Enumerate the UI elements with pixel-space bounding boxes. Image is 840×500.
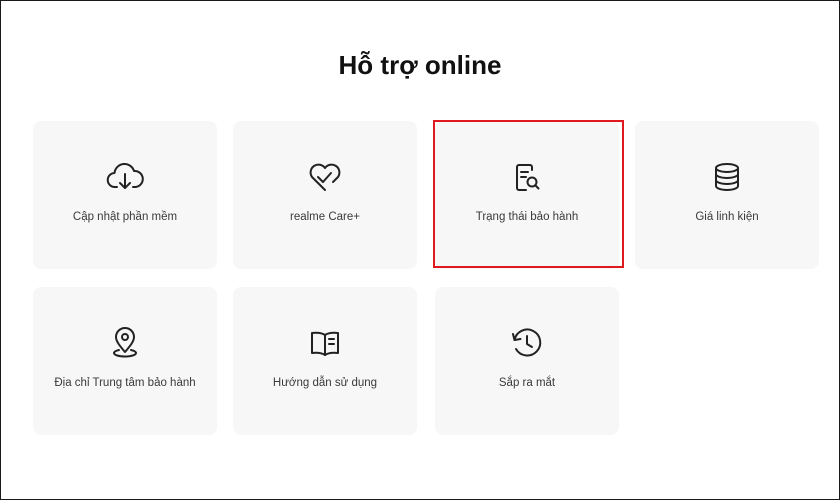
location-pin-icon xyxy=(33,325,217,361)
card-label: realme Care+ xyxy=(290,211,360,223)
cloud-download-icon xyxy=(33,159,217,195)
open-book-icon xyxy=(233,325,417,361)
page-title: Hỗ trợ online xyxy=(338,50,502,80)
card-label: Địa chỉ Trung tâm bảo hành xyxy=(54,377,196,389)
card-parts-price[interactable]: Giá linh kiện xyxy=(635,121,819,269)
database-icon xyxy=(635,159,819,195)
heart-check-icon xyxy=(233,159,417,195)
history-clock-icon xyxy=(435,325,619,361)
card-coming-soon[interactable]: Sắp ra mắt xyxy=(435,287,619,435)
card-warranty-center-address[interactable]: Địa chỉ Trung tâm bảo hành xyxy=(33,287,217,435)
card-warranty-status[interactable]: Trạng thái bảo hành xyxy=(435,121,619,269)
card-label: Trạng thái bảo hành xyxy=(475,211,579,223)
card-label: Hướng dẫn sử dụng xyxy=(272,377,378,389)
card-label: Giá linh kiện xyxy=(695,211,759,223)
document-search-icon xyxy=(435,159,619,195)
card-software-update[interactable]: Cập nhật phần mềm xyxy=(33,121,217,269)
card-label: Sắp ra mắt xyxy=(498,377,556,389)
card-user-guide[interactable]: Hướng dẫn sử dụng xyxy=(233,287,417,435)
card-realme-care[interactable]: realme Care+ xyxy=(233,121,417,269)
card-label: Cập nhật phần mềm xyxy=(72,211,178,223)
